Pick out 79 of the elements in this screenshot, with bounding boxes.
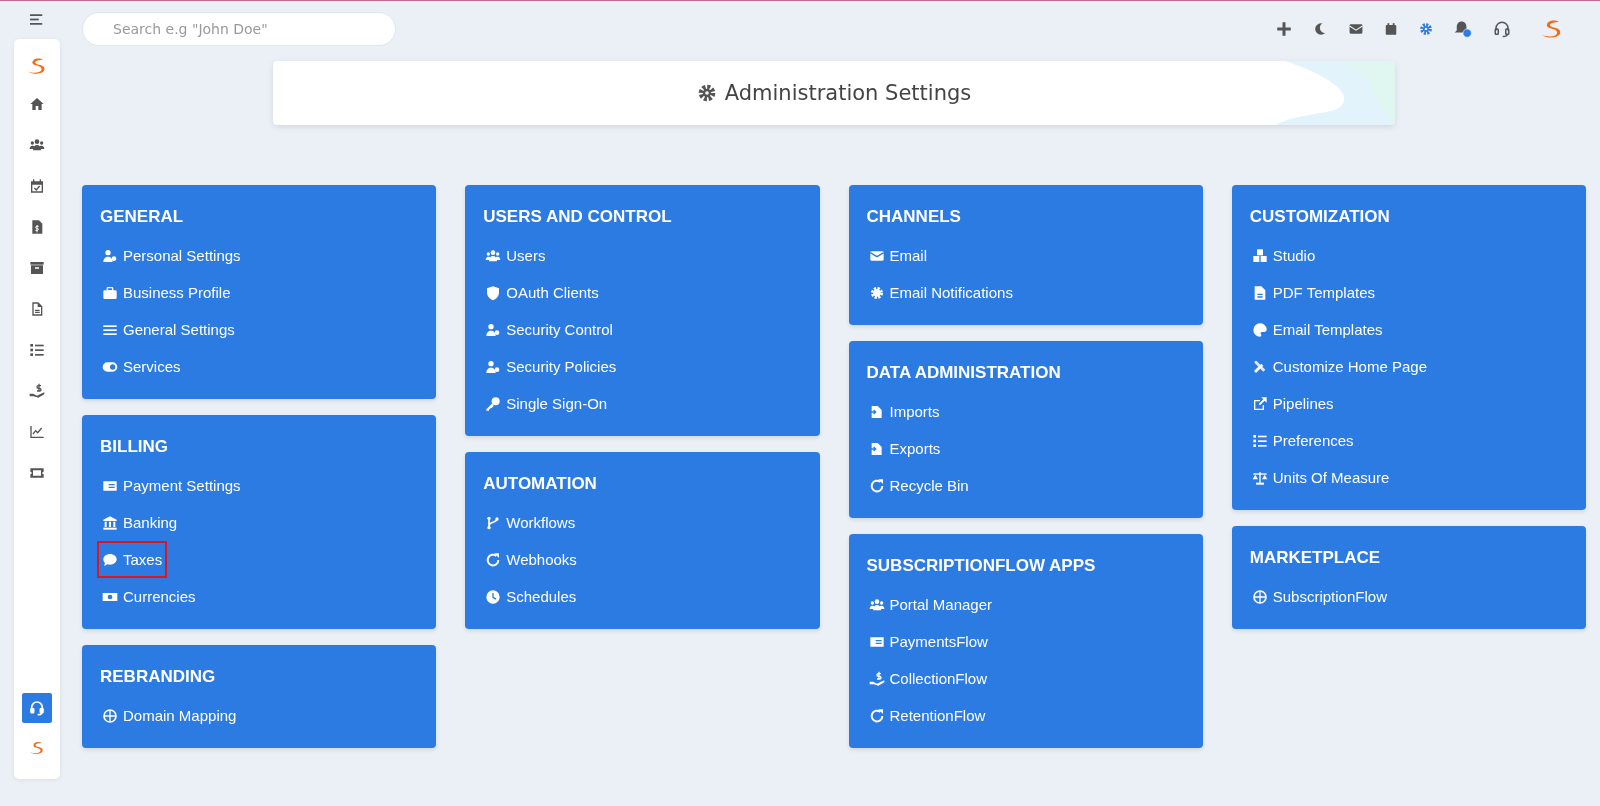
palette-icon — [1251, 321, 1268, 338]
settings-link[interactable]: Studio — [1246, 237, 1321, 274]
settings-link[interactable]: Schedules — [480, 578, 582, 615]
settings-link[interactable]: Security Policies — [480, 348, 622, 385]
settings-link[interactable]: Imports — [863, 393, 945, 430]
settings-link[interactable]: Email Notifications — [863, 274, 1018, 311]
clock-icon — [485, 588, 502, 605]
settings-link[interactable]: Single Sign-On — [480, 385, 613, 422]
settings-link[interactable]: Email — [863, 237, 932, 274]
card-title: CUSTOMIZATION — [1249, 207, 1391, 227]
settings-link[interactable]: SubscriptionFlow — [1246, 578, 1392, 615]
card-title: MARKETPLACE — [1249, 548, 1382, 568]
settings-link[interactable]: Preferences — [1246, 422, 1359, 459]
headset-icon[interactable] — [1493, 20, 1511, 38]
card-title: SUBSCRIPTIONFLOW APPS — [866, 556, 1097, 576]
settings-link[interactable]: Personal Settings — [97, 237, 246, 274]
circular-arrow-icon — [485, 551, 502, 568]
settings-link[interactable]: CollectionFlow — [863, 660, 993, 697]
card-title: GENERAL — [100, 207, 185, 227]
card-title: CHANNELS — [866, 207, 962, 227]
menu-icon[interactable] — [30, 14, 44, 25]
settings-link[interactable]: Workflows — [480, 504, 581, 541]
hand-dollar-icon — [868, 670, 885, 687]
scale-icon — [1251, 469, 1268, 486]
settings-link[interactable]: Pipelines — [1246, 385, 1339, 422]
settings-link[interactable]: Security Control — [480, 311, 618, 348]
speech-bubble-icon — [102, 551, 118, 568]
settings-icon[interactable] — [1419, 22, 1433, 36]
settings-link[interactable]: PDF Templates — [1246, 274, 1380, 311]
circular-arrow-icon — [868, 477, 885, 494]
card-title: AUTOMATION — [483, 474, 598, 494]
settings-link[interactable]: Units Of Measure — [1246, 459, 1395, 496]
shield-icon — [485, 284, 502, 301]
settings-icon — [868, 284, 885, 301]
globe-icon — [102, 707, 118, 724]
settings-link[interactable]: General Settings — [97, 311, 240, 348]
settings-link[interactable]: OAuth Clients — [480, 274, 604, 311]
settings-link[interactable]: RetentionFlow — [863, 697, 991, 734]
settings-icon — [696, 83, 717, 103]
users-icon — [485, 247, 502, 264]
settings-link[interactable]: PaymentsFlow — [863, 623, 993, 660]
headset-icon[interactable] — [22, 693, 52, 723]
bank-icon — [102, 514, 118, 531]
checklist-icon — [1251, 432, 1268, 449]
briefcase-icon — [102, 284, 118, 301]
file-arrow-icon — [868, 440, 885, 457]
bell-icon[interactable] — [1454, 20, 1472, 38]
users-icon — [868, 596, 885, 613]
settings-link[interactable]: Banking — [97, 504, 183, 541]
settings-link[interactable]: Payment Settings — [97, 467, 246, 504]
settings-link[interactable]: Business Profile — [97, 274, 236, 311]
file-arrow-icon — [868, 403, 885, 420]
settings-link[interactable]: Exports — [863, 430, 946, 467]
page-title: Administration Settings — [724, 81, 972, 105]
globe-icon — [1251, 588, 1268, 605]
plus-icon[interactable] — [1275, 20, 1293, 38]
settings-link[interactable]: Domain Mapping — [97, 697, 242, 734]
settings-link[interactable]: Taxes — [97, 541, 168, 578]
settings-link[interactable]: Services — [97, 348, 186, 385]
key-icon — [485, 395, 502, 412]
share-icon — [1251, 395, 1268, 412]
search-field[interactable]: Search e.g "John Doe" — [82, 12, 396, 46]
settings-link[interactable]: Users — [480, 237, 551, 274]
settings-link[interactable]: Portal Manager — [863, 586, 998, 623]
settings-link[interactable]: Email Templates — [1246, 311, 1388, 348]
settings-link[interactable]: Customize Home Page — [1246, 348, 1432, 385]
calendar-icon[interactable] — [1384, 22, 1398, 36]
card-title: USERS AND CONTROL — [483, 207, 673, 227]
settings-link[interactable]: Webhooks — [480, 541, 582, 578]
settings-link[interactable]: Currencies — [97, 578, 201, 615]
card-title: DATA ADMINISTRATION — [866, 363, 1062, 383]
moon-icon[interactable] — [1314, 22, 1328, 36]
circular-arrow-icon — [868, 707, 885, 724]
card-title: BILLING — [100, 437, 169, 457]
envelope-icon[interactable] — [1349, 22, 1363, 36]
blocks-icon — [1251, 247, 1268, 264]
settings-link[interactable]: Recycle Bin — [863, 467, 974, 504]
tools-icon — [1251, 358, 1268, 375]
card-title: REBRANDING — [100, 667, 217, 687]
